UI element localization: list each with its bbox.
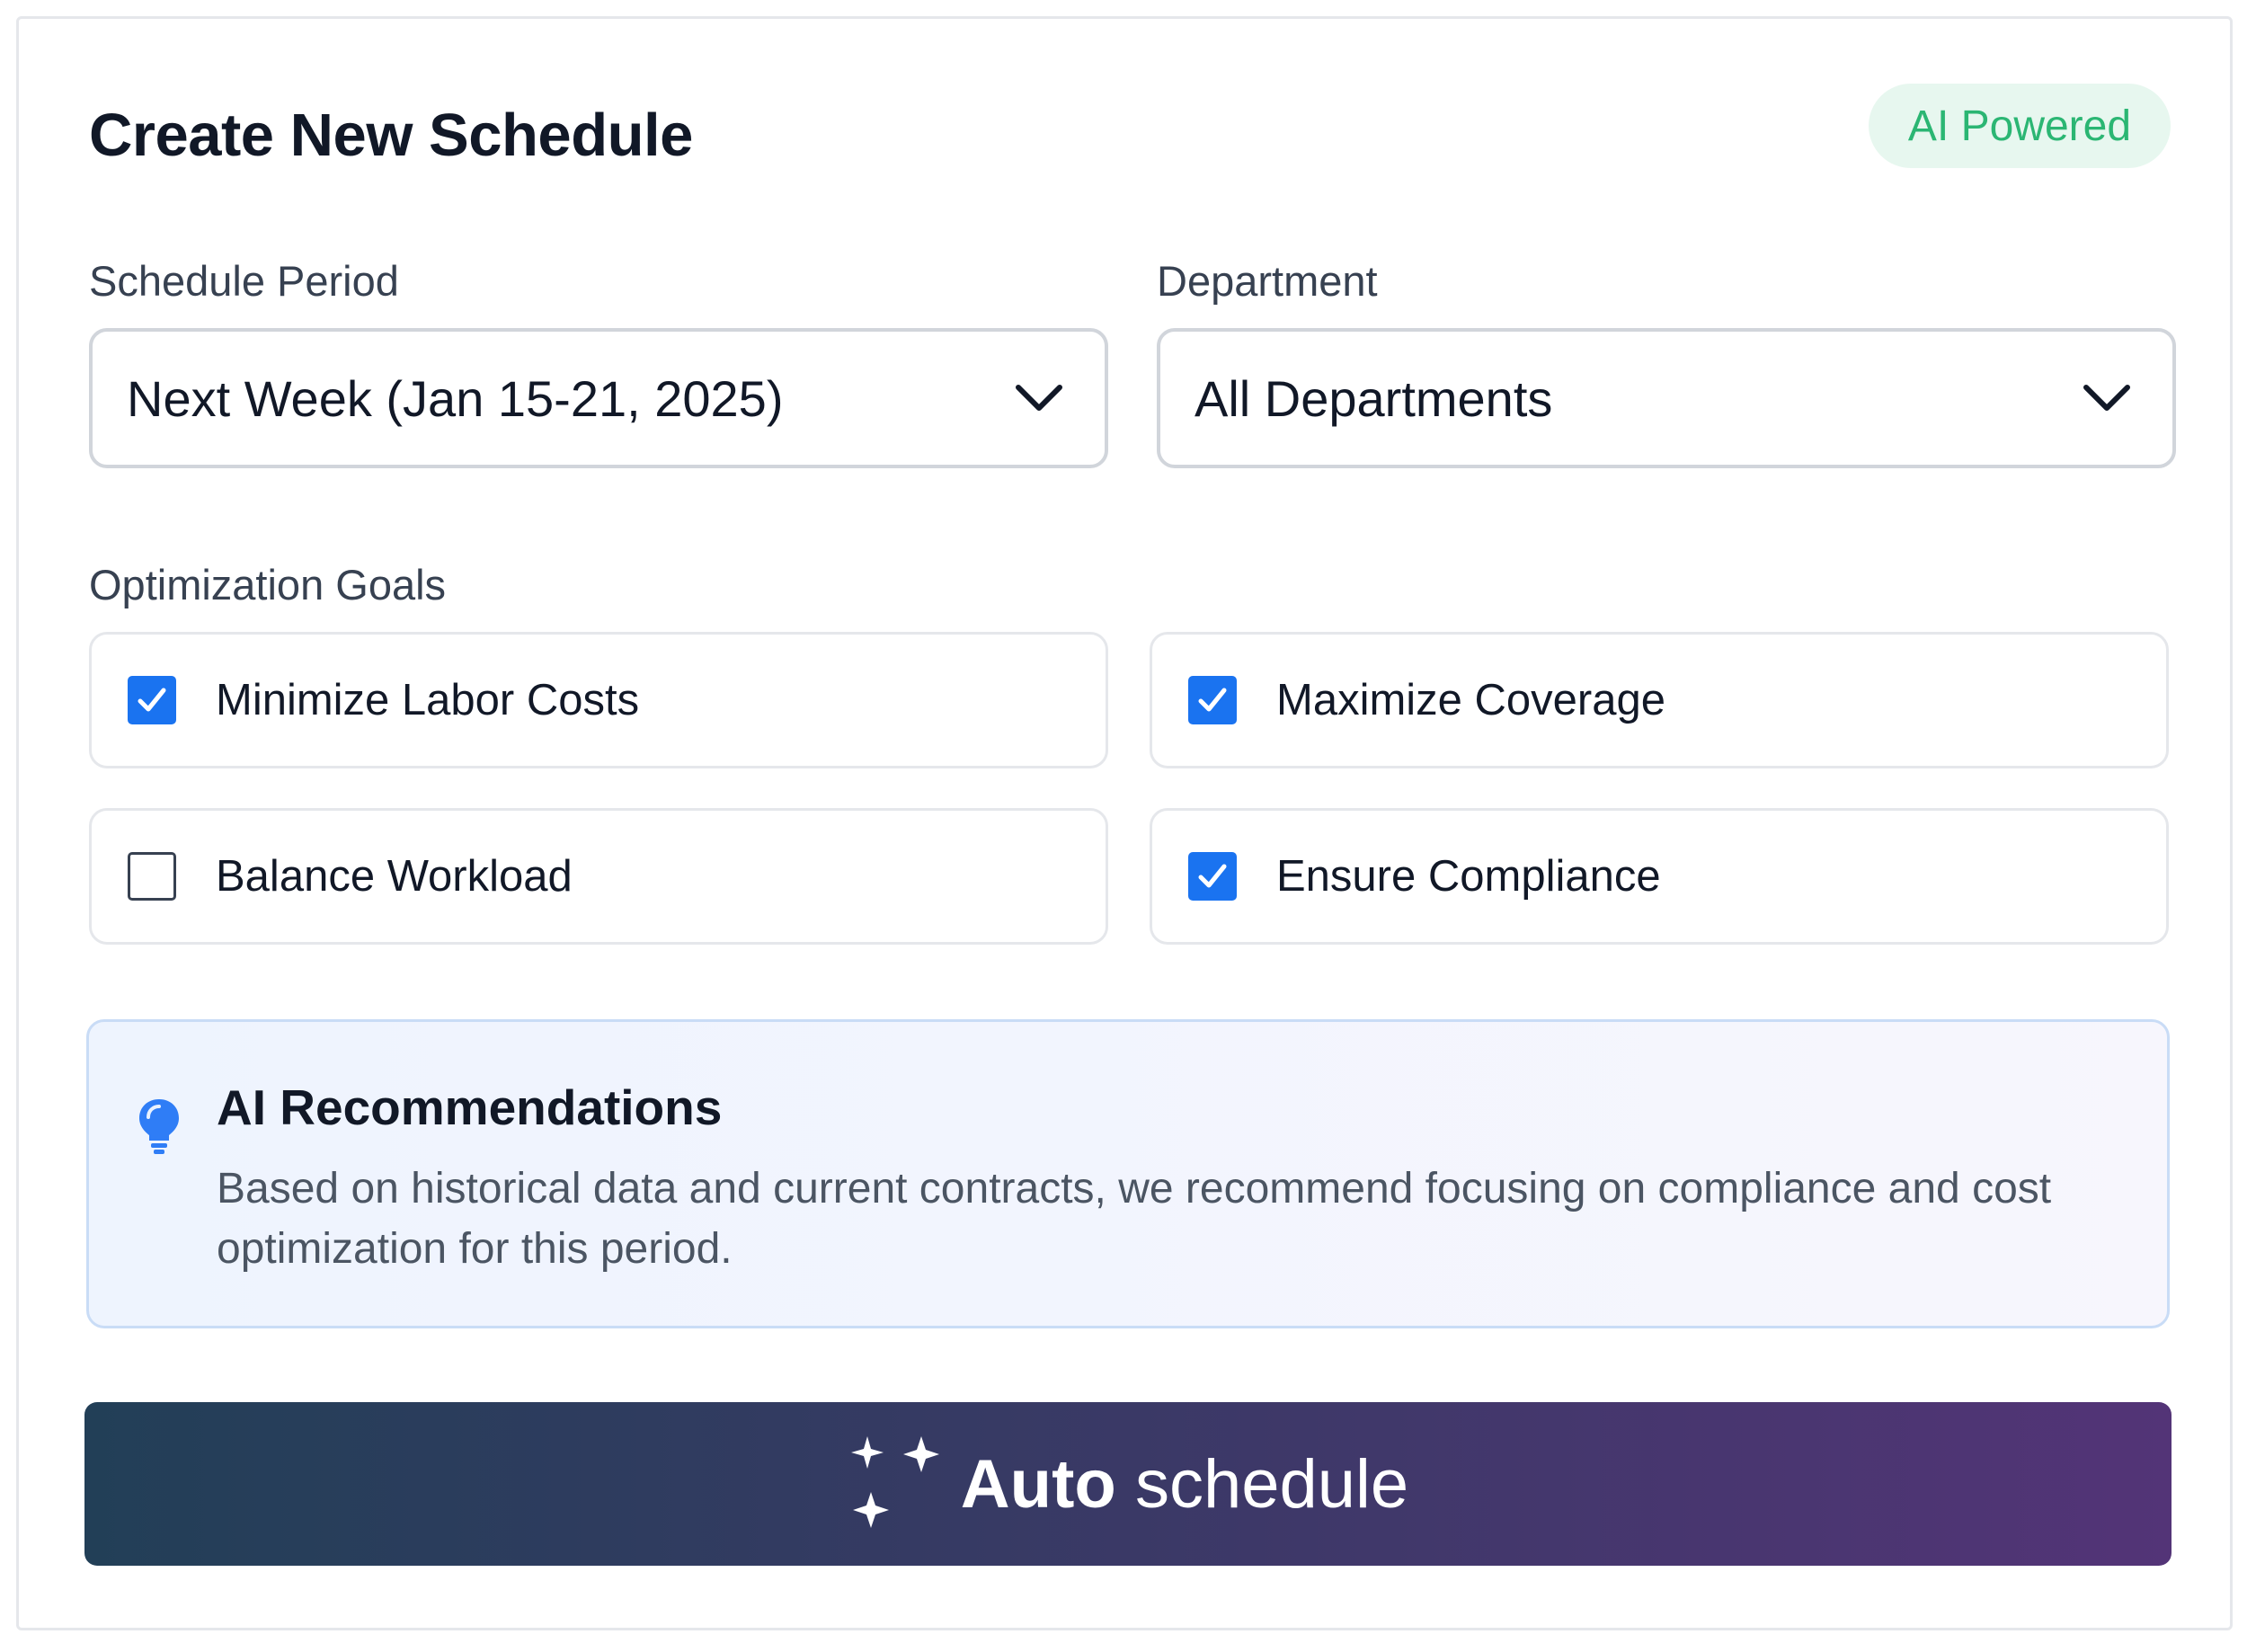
ai-recommendations-panel: AI Recommendations Based on historical d… — [86, 1019, 2170, 1328]
chevron-down-icon — [1016, 385, 1062, 411]
goal-label: Maximize Coverage — [1276, 676, 1665, 724]
goal-label: Ensure Compliance — [1276, 852, 1661, 901]
sparkles-icon — [850, 1436, 939, 1528]
department-select[interactable]: All Departments — [1157, 328, 2176, 468]
checkbox-checked[interactable] — [128, 676, 176, 724]
checkbox-checked[interactable] — [1188, 676, 1237, 724]
recommendations-title: AI Recommendations — [217, 1079, 723, 1135]
page-title: Create New Schedule — [89, 102, 693, 169]
lightbulb-icon — [139, 1099, 179, 1154]
checkmark-icon — [1198, 688, 1227, 712]
recommendations-text: Based on historical data and current con… — [217, 1165, 2052, 1273]
schedule-period-label: Schedule Period — [89, 257, 399, 305]
checkmark-icon — [1198, 864, 1227, 888]
ai-powered-badge: AI Powered — [1869, 84, 2171, 168]
auto-schedule-button[interactable]: Auto schedule — [84, 1402, 2172, 1566]
goal-balance-workload[interactable]: Balance Workload — [89, 808, 1108, 945]
goal-label: Balance Workload — [216, 852, 573, 901]
goal-ensure-compliance[interactable]: Ensure Compliance — [1150, 808, 2169, 945]
goal-maximize-coverage[interactable]: Maximize Coverage — [1150, 632, 2169, 768]
department-label: Department — [1157, 257, 1378, 305]
optimization-goals-label: Optimization Goals — [89, 561, 447, 608]
chevron-down-icon — [2083, 385, 2130, 411]
goal-label: Minimize Labor Costs — [216, 676, 640, 724]
checkbox-unchecked[interactable] — [128, 852, 176, 901]
auto-schedule-label-rest: schedule — [1115, 1445, 1409, 1523]
auto-schedule-label-bold: Auto — [960, 1445, 1116, 1523]
schedule-period-value: Next Week (Jan 15-21, 2025) — [127, 369, 784, 427]
checkmark-icon — [138, 688, 166, 712]
checkbox-checked[interactable] — [1188, 852, 1237, 901]
goal-minimize-labor-costs[interactable]: Minimize Labor Costs — [89, 632, 1108, 768]
department-value: All Departments — [1195, 369, 1553, 427]
schedule-period-select[interactable]: Next Week (Jan 15-21, 2025) — [89, 328, 1108, 468]
create-schedule-card: Create New Schedule AI Powered Schedule … — [16, 16, 2233, 1630]
